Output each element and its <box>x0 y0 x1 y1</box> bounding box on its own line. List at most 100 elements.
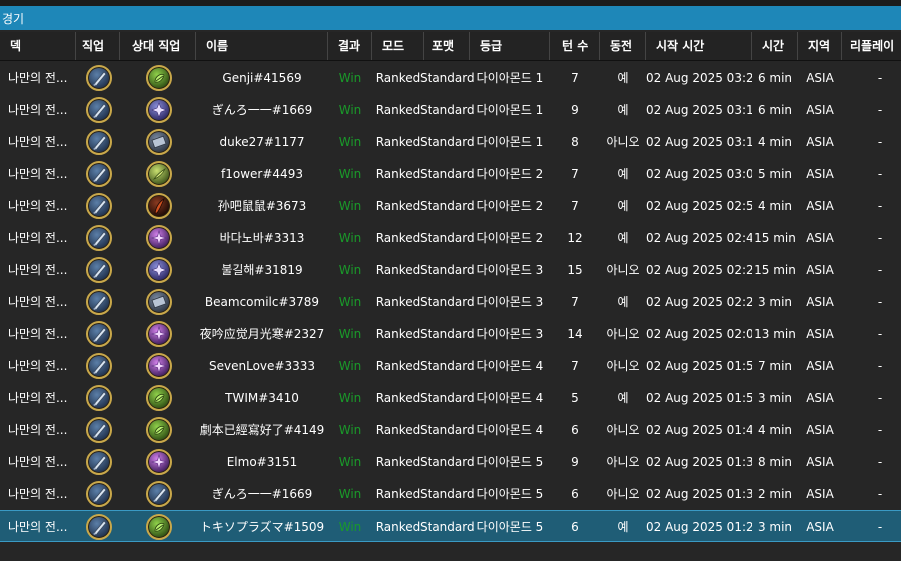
replay-cell: - <box>877 263 883 277</box>
duration-cell: 7 min <box>757 359 793 373</box>
deck-cell: 나만의 전... <box>8 71 68 85</box>
rank-cell: 다이아몬드 3 <box>476 295 544 309</box>
column-header-duration[interactable]: 시간 <box>752 32 798 60</box>
column-header-class[interactable]: 직업 <box>76 32 120 60</box>
turns-cell: 7 <box>571 295 579 309</box>
start-time-cell: 02 Aug 2025 02:03 <box>646 327 752 341</box>
table-row[interactable]: 나만의 전... duke27#1177 Win Ranked Standard 다이아몬… <box>0 126 901 158</box>
mode-cell: Ranked <box>375 199 421 213</box>
player-name-cell: SevenLove#3333 <box>209 359 315 373</box>
start-time-cell: 02 Aug 2025 03:25 <box>646 71 752 85</box>
turns-cell: 7 <box>571 199 579 213</box>
coin-cell: 예 <box>617 199 629 213</box>
table-row[interactable]: 나만의 전... 劇本已經寫好了#4149 Win Ranked Standard 다이아… <box>0 414 901 446</box>
table-header-row: 덱 직업 상대 직업 이름 결과 모드 포맷 등급 턴 수 동전 시작 시간 시… <box>0 32 901 61</box>
region-cell: ASIA <box>806 295 834 309</box>
start-time-cell: 02 Aug 2025 01:47 <box>646 423 752 437</box>
priest-icon <box>146 353 172 379</box>
table-row[interactable]: 나만의 전... ぎんろ一一#1669 Win Ranked Standard 다이아몬드… <box>0 478 901 510</box>
column-header-rank[interactable]: 등급 <box>470 32 550 60</box>
duration-cell: 5 min <box>757 167 793 181</box>
region-cell: ASIA <box>806 391 834 405</box>
rank-cell: 다이아몬드 3 <box>476 327 544 341</box>
warrior-icon <box>146 289 172 315</box>
result-cell: Win <box>338 103 362 117</box>
coin-cell: 아니오 <box>606 327 640 341</box>
warrior-icon <box>146 129 172 155</box>
table-row[interactable]: 나만의 전... ぎんろ一一#1669 Win Ranked Standard 다이아몬드… <box>0 94 901 126</box>
column-header-region[interactable]: 지역 <box>798 32 842 60</box>
turns-cell: 9 <box>571 455 579 469</box>
rank-cell: 다이아몬드 5 <box>476 520 544 534</box>
result-cell: Win <box>338 487 362 501</box>
table-row[interactable]: 나만의 전... 불길해#31819 Win Ranked Standard 다이아몬드 … <box>0 254 901 286</box>
column-header-start-time[interactable]: 시작 시간 <box>646 32 752 60</box>
format-cell: Standard <box>420 103 474 117</box>
player-name-cell: TWIM#3410 <box>225 391 299 405</box>
rank-cell: 다이아몬드 2 <box>476 167 544 181</box>
shaman-icon <box>86 449 112 475</box>
format-cell: Standard <box>420 231 474 245</box>
mage-icon <box>146 97 172 123</box>
table-row[interactable]: 나만의 전... 孙吧鼠鼠#3673 Win Ranked Standard 다이아몬드 … <box>0 190 901 222</box>
column-header-mode[interactable]: 모드 <box>372 32 424 60</box>
result-cell: Win <box>338 391 362 405</box>
duration-cell: 6 min <box>757 103 793 117</box>
column-header-turns[interactable]: 턴 수 <box>550 32 600 60</box>
player-name-cell: Beamcomilc#3789 <box>204 295 320 309</box>
player-name-cell: 孙吧鼠鼠#3673 <box>217 199 307 213</box>
table-row[interactable]: 나만의 전... Beamcomilc#3789 Win Ranked Standard… <box>0 286 901 318</box>
table-row[interactable]: 나만의 전... Elmo#3151 Win Ranked Standard 다이아몬드 … <box>0 446 901 478</box>
rank-cell: 다이아몬드 2 <box>476 231 544 245</box>
coin-cell: 아니오 <box>606 487 640 501</box>
table-row[interactable]: 나만의 전... SevenLove#3333 Win Ranked Standard 다… <box>0 350 901 382</box>
start-time-cell: 02 Aug 2025 02:40 <box>646 231 752 245</box>
table-row[interactable]: 나만의 전... 바다노바#3313 Win Ranked Standard 다이아몬드 … <box>0 222 901 254</box>
result-cell: Win <box>338 167 362 181</box>
shaman-icon <box>86 225 112 251</box>
replay-cell: - <box>877 327 883 341</box>
column-header-format[interactable]: 포맷 <box>424 32 470 60</box>
column-header-coin[interactable]: 동전 <box>600 32 646 60</box>
duration-cell: 13 min <box>754 327 796 341</box>
shaman-icon <box>86 193 112 219</box>
deck-cell: 나만의 전... <box>8 487 68 501</box>
deck-cell: 나만의 전... <box>8 167 68 181</box>
column-header-replay[interactable]: 리플레이 <box>842 32 901 60</box>
rank-cell: 다이아몬드 2 <box>476 199 544 213</box>
mode-cell: Ranked <box>375 135 421 149</box>
mage-icon <box>146 257 172 283</box>
deck-cell: 나만의 전... <box>8 135 68 149</box>
turns-cell: 7 <box>571 71 579 85</box>
table-row[interactable]: 나만의 전... Genji#41569 Win Ranked Standard 다이아몬… <box>0 62 901 94</box>
start-time-cell: 02 Aug 2025 01:30 <box>646 487 752 501</box>
mode-cell: Ranked <box>375 327 421 341</box>
format-cell: Standard <box>420 391 474 405</box>
hunter-icon <box>146 161 172 187</box>
start-time-cell: 02 Aug 2025 01:56 <box>646 359 752 373</box>
shaman-icon <box>86 161 112 187</box>
coin-cell: 예 <box>617 295 629 309</box>
shaman-icon <box>86 353 112 379</box>
player-name-cell: ぎんろ一一#1669 <box>211 487 313 501</box>
replay-cell: - <box>877 135 883 149</box>
start-time-cell: 02 Aug 2025 02:59 <box>646 199 752 213</box>
table-row[interactable]: 나만의 전... f1ower#4493 Win Ranked Standard 다이아몬… <box>0 158 901 190</box>
table-row[interactable]: 나만의 전... トキソプラズマ#1509 Win Ranked Standard 다이아… <box>0 510 901 542</box>
column-header-deck[interactable]: 덱 <box>0 32 76 60</box>
table-row[interactable]: 나만의 전... TWIM#3410 Win Ranked Standard 다이아몬드 … <box>0 382 901 414</box>
rank-cell: 다이아몬드 5 <box>476 455 544 469</box>
duration-cell: 4 min <box>757 135 793 149</box>
deck-cell: 나만의 전... <box>8 423 68 437</box>
coin-cell: 아니오 <box>606 135 640 149</box>
mode-cell: Ranked <box>375 263 421 277</box>
start-time-cell: 02 Aug 2025 03:05 <box>646 167 752 181</box>
table-row[interactable]: 나만의 전... 夜吟应觉月光寒#2327 Win Ranked Standard 다이아… <box>0 318 901 350</box>
column-header-name[interactable]: 이름 <box>196 32 328 60</box>
shaman-icon <box>86 289 112 315</box>
region-cell: ASIA <box>806 71 834 85</box>
result-cell: Win <box>338 327 362 341</box>
deck-cell: 나만의 전... <box>8 199 68 213</box>
column-header-result[interactable]: 결과 <box>328 32 372 60</box>
column-header-opponent-class[interactable]: 상대 직업 <box>120 32 196 60</box>
